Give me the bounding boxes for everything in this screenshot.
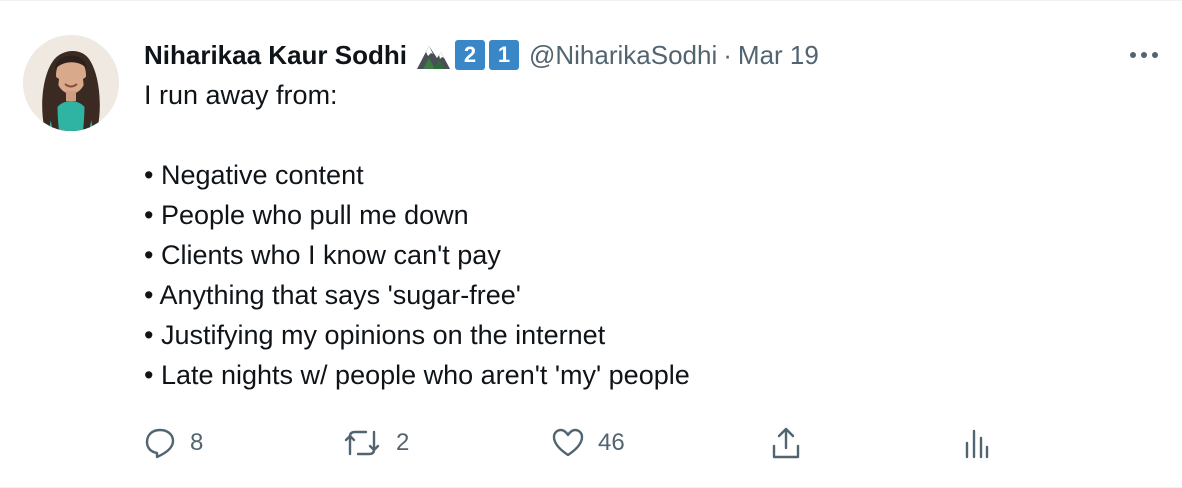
more-options-button[interactable] (1124, 45, 1164, 65)
user-handle[interactable]: @NiharikaSodhi (529, 40, 717, 71)
retweet-count: 2 (396, 429, 410, 456)
list-item: • Late nights w/ people who aren't 'my' … (144, 360, 690, 390)
heart-icon (552, 428, 584, 457)
reply-count: 8 (190, 429, 204, 456)
tweet-header: Niharikaa Kaur Sodhi 2 1 @NiharikaSodhi … (144, 37, 1162, 73)
badge-digit-one: 1 (488, 40, 519, 70)
tweet-actions: 8 2 46 (144, 423, 1004, 463)
tweet-content: Niharikaa Kaur Sodhi 2 1 @NiharikaSodhi … (144, 37, 1162, 395)
like-button[interactable]: 46 (552, 423, 625, 463)
list-item: • Negative content (144, 160, 364, 190)
retweet-button[interactable]: 2 (342, 423, 409, 463)
tweet-date[interactable]: Mar 19 (738, 40, 819, 71)
reply-button[interactable]: 8 (144, 423, 203, 463)
share-button[interactable] (770, 423, 802, 463)
list-item: • Clients who I know can't pay (144, 240, 501, 270)
tweet-card[interactable]: Niharikaa Kaur Sodhi 2 1 @NiharikaSodhi … (0, 0, 1182, 488)
tweet-text: I run away from: • Negative content • Pe… (144, 75, 1162, 395)
analytics-icon (965, 429, 989, 459)
reply-icon (145, 428, 175, 459)
list-item: • Anything that says 'sugar-free' (144, 280, 521, 310)
share-icon (772, 427, 800, 459)
tweet-intro-line: I run away from: (144, 80, 338, 110)
bullet-list: • Negative content • People who pull me … (144, 155, 1162, 395)
avatar[interactable] (23, 35, 119, 131)
retweet-icon (344, 430, 380, 456)
header-separator: · (723, 39, 732, 70)
badge-digit-two: 2 (454, 40, 485, 70)
display-name[interactable]: Niharikaa Kaur Sodhi (144, 40, 407, 71)
analytics-button[interactable] (962, 423, 990, 463)
list-item: • Justifying my opinions on the internet (144, 320, 606, 350)
avatar-image (23, 35, 119, 131)
mountain-emoji-icon (415, 40, 451, 70)
list-item: • People who pull me down (144, 200, 469, 230)
like-count: 46 (598, 429, 625, 456)
more-dots-icon (1130, 52, 1158, 58)
